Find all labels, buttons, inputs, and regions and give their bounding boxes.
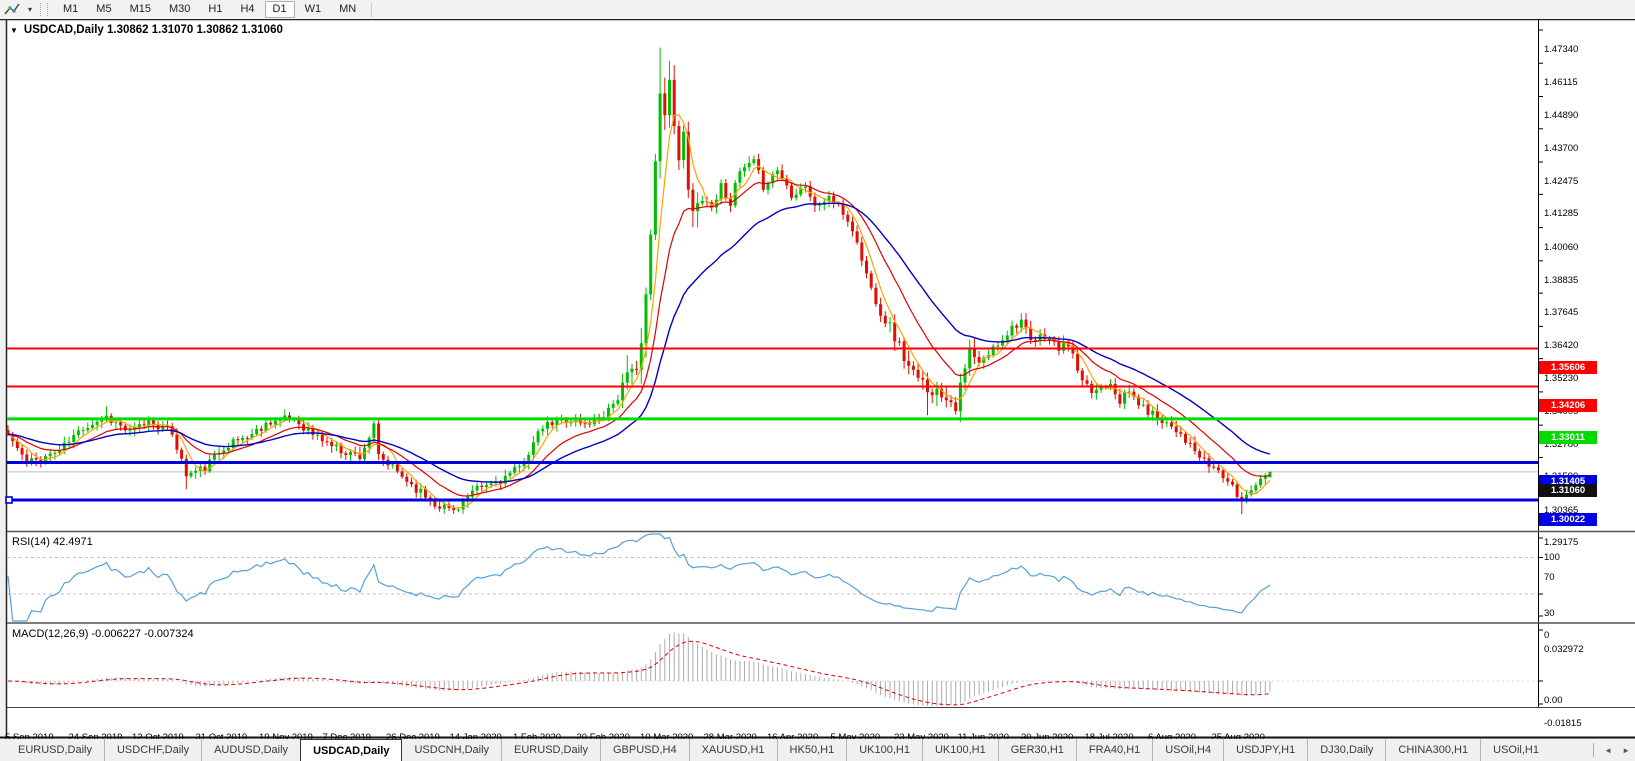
toolbar-separator <box>371 2 373 17</box>
chart-tabs: EURUSD,Daily USDCHF,Daily AUDUSD,Daily USDC… <box>0 739 1551 761</box>
macd-tick-label: -0.01815 <box>1544 718 1582 729</box>
tab-scroll-left-icon[interactable]: ◄ <box>1601 744 1615 757</box>
timeframe-button-d1[interactable]: D1 <box>264 1 295 18</box>
price-tick-label: 1.38835 <box>1544 274 1579 286</box>
toolbar: ▾ M1 M5 M15 M30 H1 H4 D1 W1 MN <box>0 0 1635 20</box>
symbol-menu-icon[interactable]: ▼ <box>10 26 18 35</box>
chart-window[interactable]: ▼ USDCAD,Daily 1.30862 1.31070 1.30862 1… <box>0 19 1635 743</box>
timeframe-button-m1[interactable]: M1 <box>55 1 86 18</box>
tabnav-separator <box>1593 743 1595 757</box>
timeframe-button-m15[interactable]: M15 <box>122 1 159 18</box>
price-tick-label: 1.41285 <box>1544 208 1579 220</box>
price-tick-label: 1.42475 <box>1544 176 1579 188</box>
chart-tab-usoil-h4[interactable]: USOil,H4 <box>1152 739 1223 761</box>
current-price-tag: 1.31060 <box>1539 484 1597 498</box>
indicator-zigzag-icon <box>4 3 20 14</box>
timeframe-button-m30[interactable]: M30 <box>161 1 198 18</box>
chart-tab-ger30-h1[interactable]: GER30,H1 <box>997 739 1076 761</box>
price-tick-label: 1.40060 <box>1544 241 1579 253</box>
hline-drag-handle <box>5 496 13 504</box>
rsi-tick-label: 70 <box>1544 571 1555 583</box>
timeframe-button-w1[interactable]: W1 <box>297 1 330 18</box>
timeframe-button-m5[interactable]: M5 <box>88 1 119 18</box>
chart-tab-bar: EURUSD,Daily USDCHF,Daily AUDUSD,Daily USDC… <box>0 739 1635 761</box>
timeframe-button-h1[interactable]: H1 <box>200 1 230 18</box>
price-tick-label: 1.29175 <box>1544 536 1579 548</box>
chart-tab-dj30-daily[interactable]: DJ30,Daily <box>1307 739 1385 761</box>
toolbar-grip <box>40 3 49 16</box>
chart-tab-fra40-h1[interactable]: FRA40,H1 <box>1075 739 1152 761</box>
timeframe-button-h4[interactable]: H4 <box>232 1 262 18</box>
price-tick-label: 1.43700 <box>1544 142 1579 154</box>
chart-tab-gbpusd-h4[interactable]: GBPUSD,H4 <box>600 739 689 761</box>
chart-tab-eurusd-daily[interactable]: EURUSD,Daily <box>501 739 600 761</box>
rsi-tick-label: 0 <box>1544 630 1550 641</box>
chart-tab-usdchf-daily[interactable]: USDCHF,Daily <box>103 739 201 761</box>
hline-price-tag: 1.34206 <box>1539 398 1597 412</box>
chart-tab-usdjpy-h1[interactable]: USDJPY,H1 <box>1223 739 1307 761</box>
price-tick-label: 1.37645 <box>1544 307 1579 319</box>
chart-tab-usdcad-daily[interactable]: USDCAD,Daily <box>300 739 403 761</box>
hline-price-tag: 1.35606 <box>1539 360 1597 374</box>
chart-title-text: USDCAD,Daily 1.30862 1.31070 1.30862 1.3… <box>23 24 283 36</box>
chart-tab-uk100-h1[interactable]: UK100,H1 <box>846 739 922 761</box>
chart-canvas[interactable] <box>0 19 1635 739</box>
chart-tab-uk100-h1[interactable]: UK100,H1 <box>921 739 998 761</box>
chart-tab-audusd-daily[interactable]: AUDUSD,Daily <box>201 739 300 761</box>
tab-scroll-right-icon[interactable]: ► <box>1619 744 1633 757</box>
price-tick-label: 1.36420 <box>1544 340 1579 352</box>
macd-tick-label: 0.00 <box>1544 695 1563 706</box>
chart-tab-china300-h1[interactable]: CHINA300,H1 <box>1385 739 1480 761</box>
timeframe-button-mn[interactable]: MN <box>331 1 364 18</box>
timeframe-buttons: M1 M5 M15 M30 H1 H4 D1 W1 MN <box>54 1 365 18</box>
indicators-button[interactable] <box>0 1 24 18</box>
rsi-tick-label: 100 <box>1544 552 1560 563</box>
chart-tab-eurusd-daily[interactable]: EURUSD,Daily <box>6 739 104 761</box>
chart-tab-usdcnh-daily[interactable]: USDCNH,Daily <box>402 739 501 761</box>
rsi-tick-label: 30 <box>1544 608 1555 620</box>
price-tick-label: 1.46115 <box>1544 77 1578 89</box>
chart-tab-hk50-h1[interactable]: HK50,H1 <box>776 739 847 761</box>
hline-price-tag: 1.30022 <box>1539 512 1597 526</box>
chart-tab-usoil-h1[interactable]: USOil,H1 <box>1480 739 1551 761</box>
rsi-label: RSI(14) 42.4971 <box>12 536 93 548</box>
hline-price-tag: 1.33011 <box>1539 431 1597 445</box>
price-tick-label: 1.44890 <box>1544 110 1579 122</box>
chart-title: ▼ USDCAD,Daily 1.30862 1.31070 1.30862 1… <box>10 24 283 36</box>
price-tick-label: 1.47340 <box>1544 44 1579 55</box>
chart-tab-xauusd-h1[interactable]: XAUUSD,H1 <box>688 739 777 761</box>
macd-tick-label: 0.032972 <box>1544 644 1584 655</box>
price-tick-label: 1.35230 <box>1544 372 1579 384</box>
mt4-app: { "toolbar": { "timeframes": ["M1","M5",… <box>0 0 1635 761</box>
tab-scroll-controls: ◄ ► <box>1593 739 1633 761</box>
macd-label: MACD(12,26,9) -0.006227 -0.007324 <box>12 628 194 640</box>
indicators-dropdown-caret[interactable]: ▾ <box>24 1 36 18</box>
